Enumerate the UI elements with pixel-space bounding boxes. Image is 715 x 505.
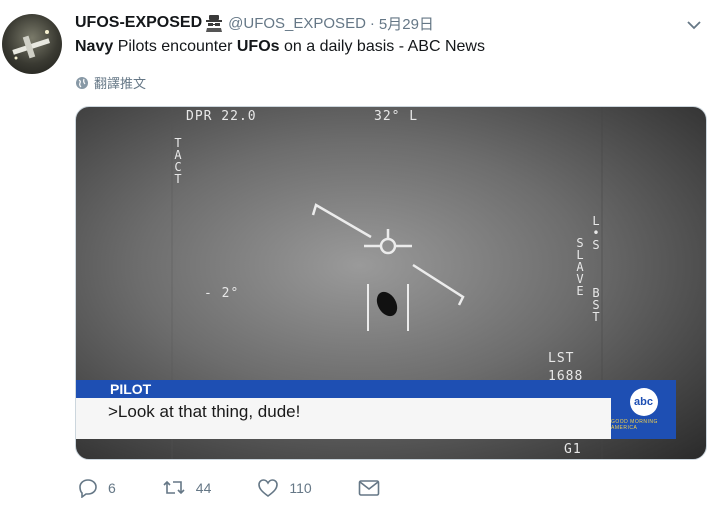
- tweet-header: UFOS-EXPOSED @UFOS_EXPOSED · 5月29日: [75, 12, 434, 34]
- chevron-down-icon[interactable]: [685, 16, 703, 34]
- reply-button[interactable]: 6: [78, 478, 116, 498]
- tweet-text-bold: Navy: [75, 38, 114, 55]
- hud-right-vertical-1: L•S: [592, 214, 600, 252]
- like-icon: [258, 479, 279, 497]
- avatar[interactable]: [2, 14, 62, 74]
- network-logo-box: abc GOOD MORNING AMERICA: [611, 380, 676, 439]
- user-handle[interactable]: @UFOS_EXPOSED: [228, 15, 366, 32]
- network-logo: abc: [629, 388, 658, 416]
- reply-count: 6: [108, 480, 116, 496]
- retweet-button[interactable]: 44: [162, 478, 212, 498]
- translate-link[interactable]: 翻譯推文: [75, 73, 146, 92]
- video-player[interactable]: DPR 22.0 32° L TACT L•S SLAVE BST - 2° L…: [75, 106, 707, 460]
- translate-label: 翻譯推文: [94, 76, 147, 91]
- like-button[interactable]: 110: [257, 478, 312, 498]
- retweet-count: 44: [195, 480, 212, 496]
- hud-top-left: DPR 22.0: [186, 109, 257, 124]
- tweet-text: Navy Pilots encounter UFOs on a daily ba…: [75, 38, 485, 56]
- tweet-text-part: on a daily basis - ABC News: [279, 38, 485, 55]
- hud-top-center: 32° L: [374, 109, 419, 124]
- globe-icon: [76, 76, 88, 89]
- hud-angle: - 2°: [204, 286, 240, 301]
- hud-bottom-right: G1: [564, 442, 582, 457]
- hud-right-vertical-3: BST: [592, 286, 600, 324]
- tweet-actions: 6 44 110: [78, 478, 436, 498]
- spy-icon: [204, 14, 224, 32]
- avatar-image: [12, 30, 50, 60]
- retweet-icon: [163, 480, 185, 495]
- hud-left-vertical: TACT: [174, 136, 182, 186]
- message-icon: [358, 480, 380, 496]
- reply-icon: [79, 479, 97, 498]
- network-sub: GOOD MORNING AMERICA: [611, 419, 658, 431]
- news-lower-third: PILOT >Look at that thing, dude!: [76, 380, 674, 439]
- like-count: 110: [289, 480, 312, 496]
- hud-right-vertical-2: SLAVE: [576, 236, 584, 298]
- hud-lst-label: LST: [548, 351, 575, 366]
- separator: ·: [369, 14, 375, 32]
- lower-third-quote: >Look at that thing, dude!: [76, 398, 674, 439]
- tweet-text-bold: UFOs: [236, 38, 280, 55]
- direct-message-button[interactable]: [358, 479, 390, 497]
- tweet-date[interactable]: 5月29日: [379, 13, 434, 34]
- tweet-text-part: Pilots encounter: [113, 38, 237, 55]
- display-name[interactable]: UFOS-EXPOSED: [75, 14, 202, 32]
- lower-third-label: PILOT: [76, 380, 674, 398]
